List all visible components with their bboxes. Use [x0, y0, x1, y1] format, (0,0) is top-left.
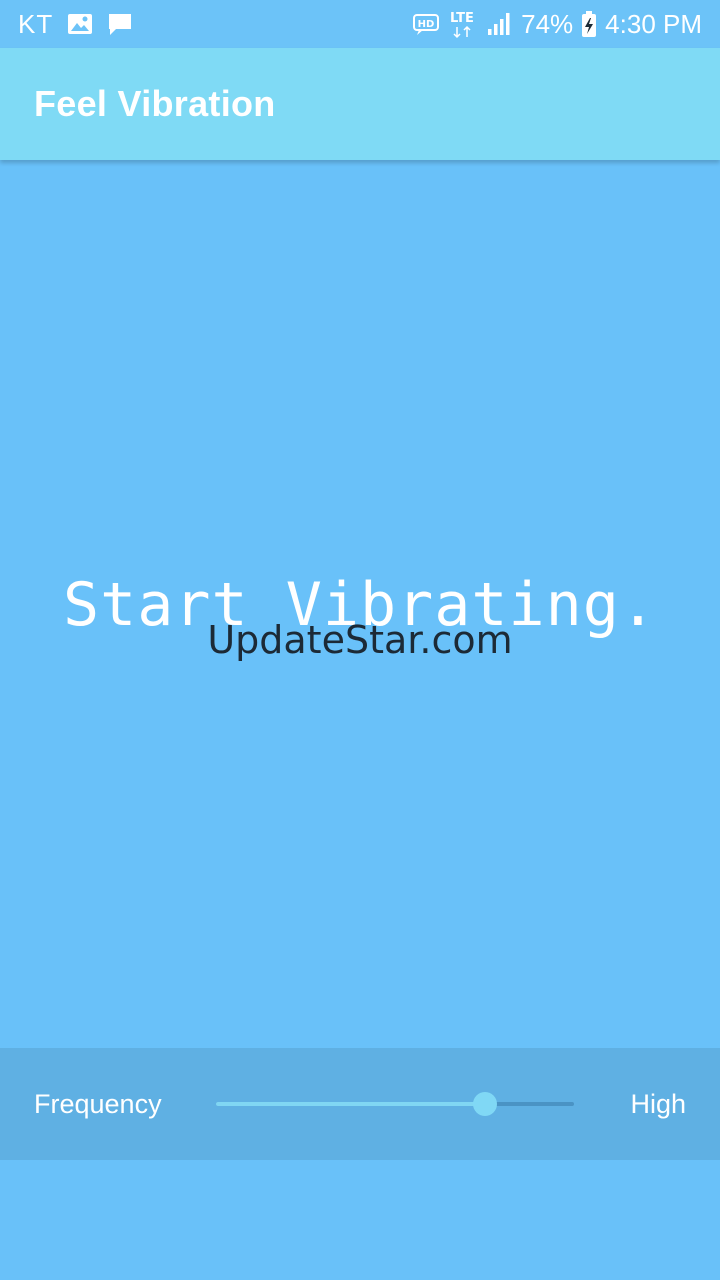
watermark-text: UpdateStar.com [207, 618, 513, 662]
frequency-panel: Frequency High [0, 1048, 720, 1160]
hd-badge-text: HD [418, 19, 435, 30]
status-right: HD LTE 74% 4:30 PM [413, 9, 702, 40]
frequency-level-label: High [630, 1088, 686, 1119]
clock: 4:30 PM [605, 8, 702, 39]
slider-thumb[interactable] [472, 1092, 497, 1116]
carrier-label: KT [18, 8, 54, 39]
image-icon [67, 12, 93, 36]
vibrate-area[interactable]: Start Vibrating. UpdateStar.com [0, 160, 720, 1048]
signal-icon [487, 11, 513, 37]
app-title: Feel Vibration [34, 83, 276, 124]
message-icon [107, 12, 133, 36]
frequency-slider[interactable] [216, 1092, 574, 1116]
frequency-label: Frequency [34, 1088, 162, 1119]
battery-percent: 74% [521, 8, 574, 39]
status-left: KT [18, 9, 133, 40]
slider-fill [216, 1102, 485, 1106]
status-bar: KT HD LTE 74% 4:30 PM [0, 0, 720, 48]
app-bar: Feel Vibration [0, 48, 720, 160]
network-label: LTE [450, 11, 474, 26]
battery-charging-icon [581, 10, 597, 38]
lte-icon: LTE [447, 9, 479, 39]
hd-icon: HD [413, 12, 440, 36]
